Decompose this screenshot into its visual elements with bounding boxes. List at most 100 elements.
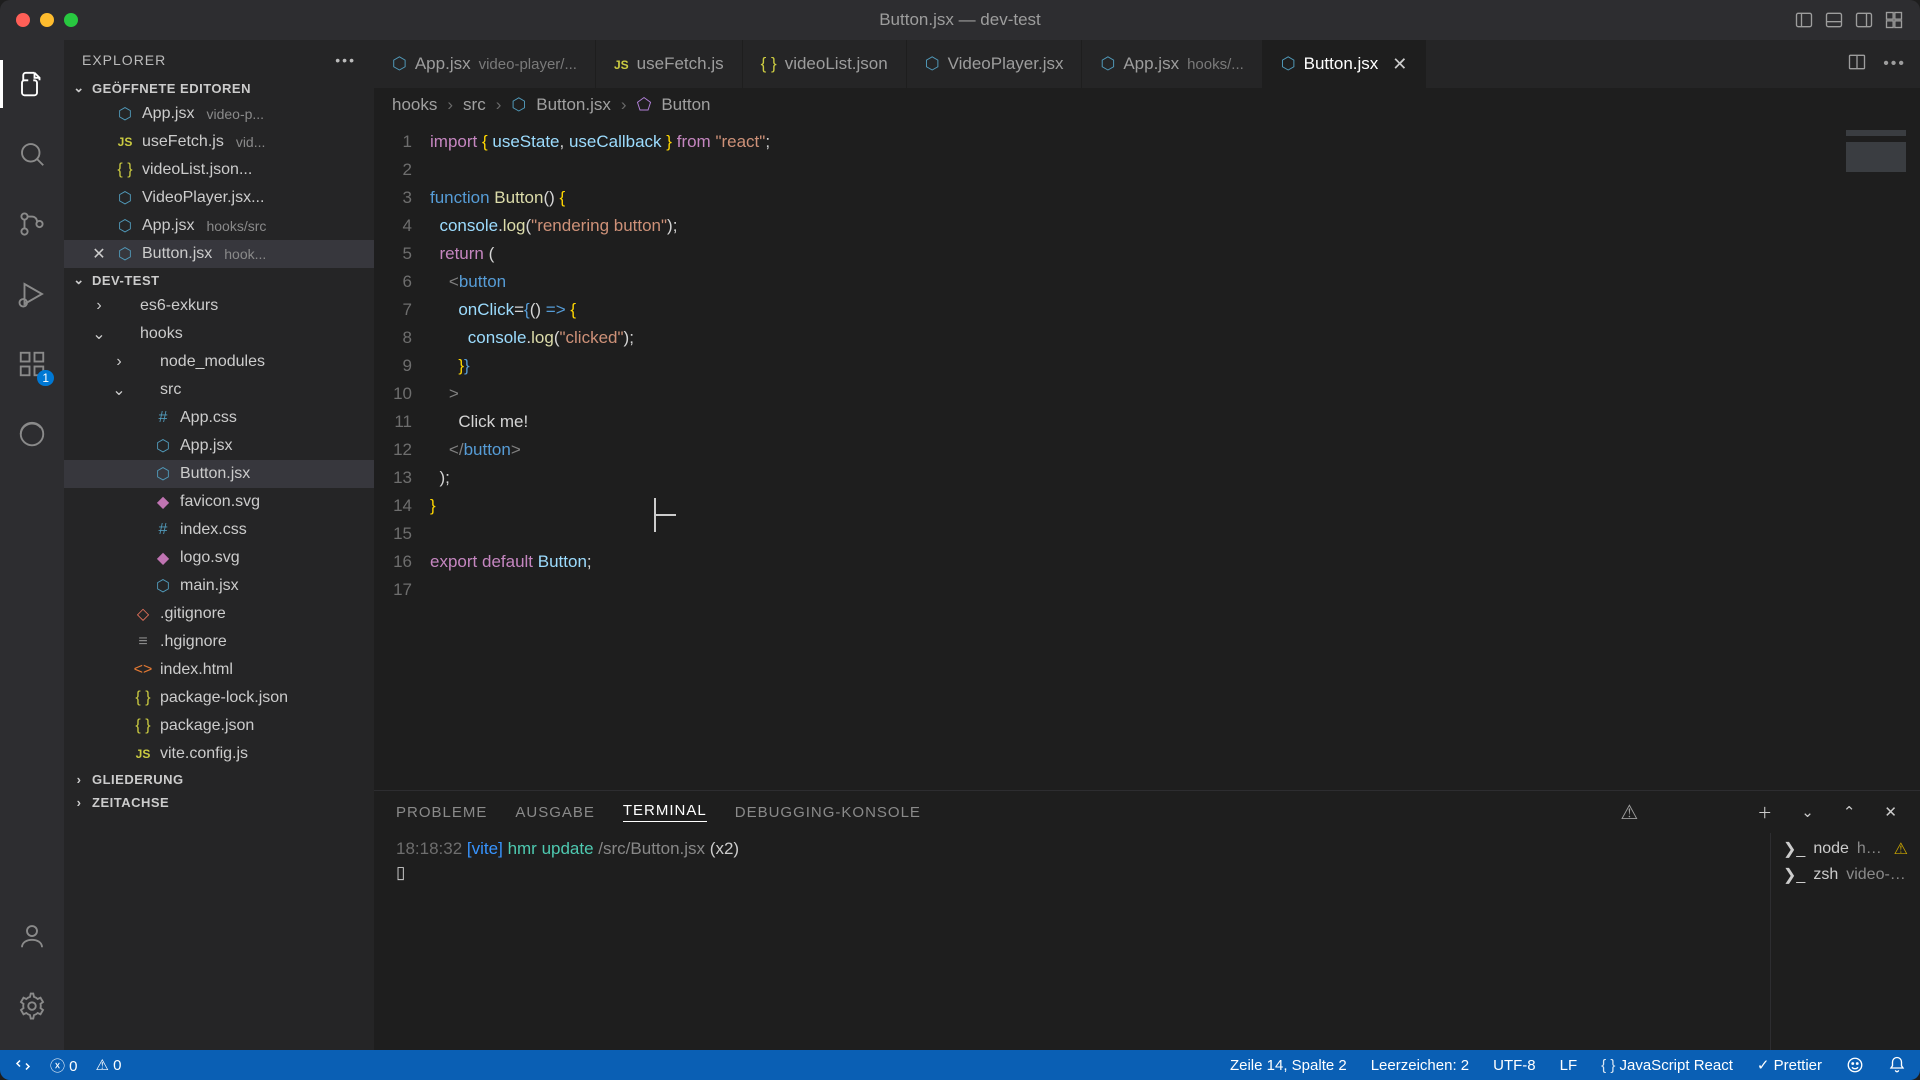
code-area[interactable]: import { useState, useCallback } from "r…	[430, 122, 1830, 790]
status-encoding[interactable]: UTF-8	[1493, 1057, 1536, 1074]
panel-tab-output[interactable]: AUSGABE	[515, 804, 595, 821]
tree-item[interactable]: { }package-lock.json	[64, 684, 374, 712]
panel-tab-problems[interactable]: PROBLEME	[396, 804, 487, 821]
chevron-down-icon: ⌄	[72, 272, 86, 288]
chevron-down-icon[interactable]: ⌄	[1801, 803, 1815, 821]
tree-item[interactable]: ⬡main.jsx	[64, 572, 374, 600]
toggle-secondary-sidebar-icon[interactable]	[1854, 10, 1874, 30]
tree-item[interactable]: { }package.json	[64, 712, 374, 740]
maximize-panel-icon[interactable]: ⌃	[1843, 803, 1857, 821]
open-editor-item[interactable]: ✕⬡Button.jsxhook...	[64, 240, 374, 268]
activity-bar: 1	[0, 40, 64, 1050]
status-warnings[interactable]: ⚠ 0	[96, 1056, 122, 1074]
react-icon: ⬡	[116, 104, 134, 124]
editor-tab[interactable]: ⬡App.jsxhooks/...	[1082, 40, 1262, 88]
feedback-icon[interactable]	[1846, 1056, 1864, 1074]
close-icon[interactable]: ✕	[90, 244, 108, 264]
minimize-window-icon[interactable]	[40, 13, 54, 27]
close-panel-icon[interactable]: ✕	[1884, 803, 1898, 821]
toggle-panel-icon[interactable]	[1824, 10, 1844, 30]
svg-icon: ◆	[154, 492, 172, 512]
tree-item[interactable]: ≡.hgignore	[64, 628, 374, 656]
react-icon: ⬡	[392, 54, 407, 74]
status-indent[interactable]: Leerzeichen: 2	[1371, 1057, 1469, 1074]
explorer-activity[interactable]	[0, 52, 64, 116]
timeline-header[interactable]: › ZEITACHSE	[64, 791, 374, 814]
line-numbers: 1234567891011121314151617	[374, 122, 430, 790]
status-eol[interactable]: LF	[1560, 1057, 1578, 1074]
editor-tab[interactable]: ⬡App.jsxvideo-player/...	[374, 40, 596, 88]
tree-item[interactable]: ›node_modules	[64, 348, 374, 376]
open-editor-item[interactable]: JSuseFetch.jsvid...	[64, 128, 374, 156]
accounts-activity[interactable]	[0, 904, 64, 968]
project-header[interactable]: ⌄ DEV-TEST	[64, 268, 374, 292]
status-formatter[interactable]: ✓ Prettier	[1757, 1056, 1822, 1074]
status-position[interactable]: Zeile 14, Spalte 2	[1230, 1057, 1347, 1074]
outline-header[interactable]: › GLIEDERUNG	[64, 768, 374, 791]
close-window-icon[interactable]	[16, 13, 30, 27]
sidebar-title: EXPLORER •••	[64, 40, 374, 76]
editor-tab[interactable]: JSuseFetch.js	[596, 40, 743, 88]
js-icon: JS	[116, 135, 134, 149]
open-editor-item[interactable]: ⬡App.jsxhooks/src	[64, 212, 374, 240]
panel-tab-debug[interactable]: DEBUGGING-KONSOLE	[735, 804, 921, 821]
tree-item[interactable]: ›es6-exkurs	[64, 292, 374, 320]
source-control-activity[interactable]	[0, 192, 64, 256]
editor-tab[interactable]: { }videoList.json	[743, 40, 907, 88]
settings-activity[interactable]	[0, 974, 64, 1038]
tree-item[interactable]: ⬡App.jsx	[64, 432, 374, 460]
status-bar: ⓧ 0 ⚠ 0 Zeile 14, Spalte 2 Leerzeichen: …	[0, 1050, 1920, 1080]
open-editor-item[interactable]: ⬡App.jsxvideo-p...	[64, 100, 374, 128]
tree-item[interactable]: ◆favicon.svg	[64, 488, 374, 516]
tree-item[interactable]: <>index.html	[64, 656, 374, 684]
status-language[interactable]: { } JavaScript React	[1601, 1057, 1733, 1074]
extensions-activity[interactable]: 1	[0, 332, 64, 396]
crumb[interactable]: Button	[661, 95, 710, 115]
crumb[interactable]: src	[463, 95, 486, 115]
terminal-entry[interactable]: ❯_zshvideo-…	[1783, 865, 1908, 885]
tree-item[interactable]: ⬡Button.jsx	[64, 460, 374, 488]
more-icon[interactable]: •••	[1883, 55, 1906, 73]
breadcrumb[interactable]: hooks› src› ⬡ Button.jsx› ⬠ Button	[374, 88, 1920, 122]
tree-item[interactable]: ⌄hooks	[64, 320, 374, 348]
close-tab-icon[interactable]: ✕	[1392, 54, 1407, 75]
maximize-window-icon[interactable]	[64, 13, 78, 27]
terminal-path: video-…	[1846, 866, 1906, 884]
customize-layout-icon[interactable]	[1884, 10, 1904, 30]
timeline-label: ZEITACHSE	[92, 795, 169, 810]
editor-tab[interactable]: ⬡Button.jsx✕	[1263, 40, 1427, 88]
remote-icon[interactable]	[14, 1056, 32, 1074]
open-editor-item[interactable]: { }videoList.json...	[64, 156, 374, 184]
crumb[interactable]: hooks	[392, 95, 437, 115]
tree-item[interactable]: ◇.gitignore	[64, 600, 374, 628]
run-debug-activity[interactable]	[0, 262, 64, 326]
notifications-icon[interactable]	[1888, 1056, 1906, 1074]
react-icon: ⬡	[154, 436, 172, 456]
more-icon[interactable]: •••	[335, 52, 356, 68]
tree-item[interactable]: #App.css	[64, 404, 374, 432]
open-editor-item[interactable]: ⬡VideoPlayer.jsx...	[64, 184, 374, 212]
terminal-entry[interactable]: ❯_nodeh…⚠	[1783, 839, 1908, 859]
file-name: App.css	[180, 409, 237, 427]
warning-icon[interactable]: ⚠	[1620, 800, 1639, 825]
terminal-output[interactable]: 18:18:32 [vite] hmr update /src/Button.j…	[374, 833, 1770, 1050]
split-editor-icon[interactable]	[1847, 52, 1867, 77]
new-terminal-icon[interactable]: ＋	[1757, 802, 1773, 823]
file-name: package.json	[160, 717, 254, 735]
log-path: /src/Button.jsx	[598, 839, 705, 858]
outline-label: GLIEDERUNG	[92, 772, 184, 787]
tree-item[interactable]: #index.css	[64, 516, 374, 544]
tree-item[interactable]: ⌄src	[64, 376, 374, 404]
edge-tools-activity[interactable]	[0, 402, 64, 466]
status-errors[interactable]: ⓧ 0	[50, 1055, 78, 1076]
minimap[interactable]	[1830, 122, 1920, 790]
open-editors-header[interactable]: ⌄ GEÖFFNETE EDITOREN	[64, 76, 374, 100]
panel-tab-terminal[interactable]: TERMINAL	[623, 802, 707, 822]
crumb[interactable]: Button.jsx	[536, 95, 611, 115]
editor[interactable]: 1234567891011121314151617 import { useSt…	[374, 122, 1920, 790]
tree-item[interactable]: JSvite.config.js	[64, 740, 374, 768]
tree-item[interactable]: ◆logo.svg	[64, 544, 374, 572]
toggle-sidebar-icon[interactable]	[1794, 10, 1814, 30]
search-activity[interactable]	[0, 122, 64, 186]
editor-tab[interactable]: ⬡VideoPlayer.jsx	[907, 40, 1083, 88]
